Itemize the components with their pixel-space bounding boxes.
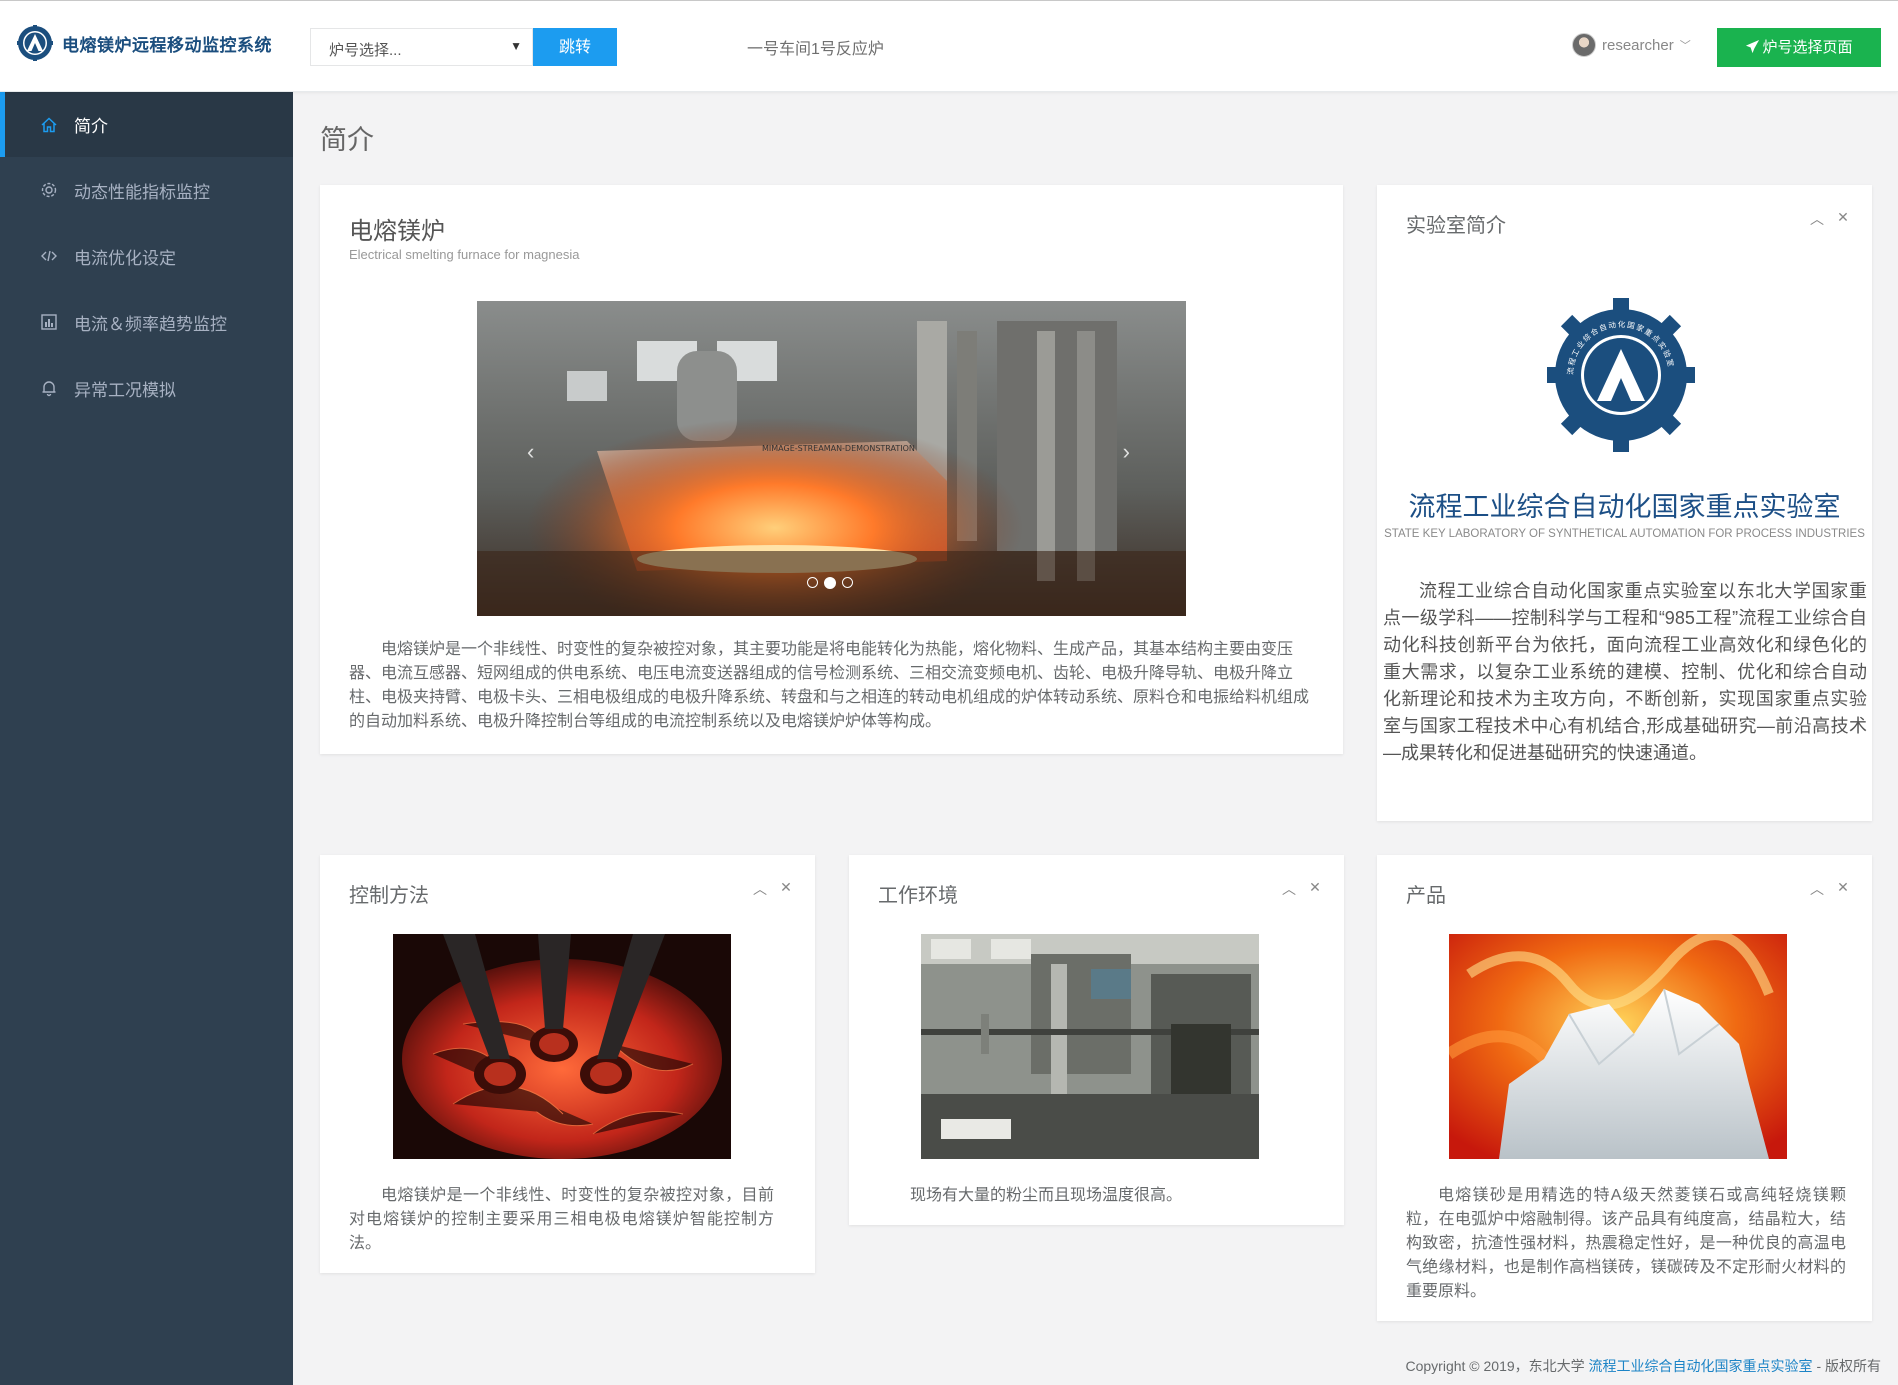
user-menu[interactable]: researcher ﹀ (1572, 33, 1691, 57)
sidebar-item-current-setting[interactable]: 电流优化设定 (0, 223, 293, 289)
sidebar-item-label: 电流＆频率趋势监控 (74, 314, 227, 334)
app-title: 电熔镁炉远程移动监控系统 (62, 35, 272, 55)
product-image (1449, 934, 1787, 1159)
carousel-dot[interactable] (807, 577, 818, 588)
sidebar-item-intro[interactable]: 简介 (0, 92, 293, 157)
panel-tools: ︿ ✕ (753, 879, 793, 899)
furnace-title: 电熔镁炉 (349, 218, 445, 245)
bar-chart-icon (40, 313, 58, 331)
sidebar-item-performance[interactable]: 动态性能指标监控 (0, 157, 293, 223)
furnace-photo: MIMAGE-STREAMAN-DEMONSTRATION (477, 301, 1186, 616)
carousel-dot[interactable] (842, 577, 853, 588)
sidebar-item-label: 简介 (74, 117, 108, 136)
paper-plane-icon (1746, 39, 1760, 54)
panel-tools: ︿ ✕ (1810, 209, 1850, 229)
control-method-panel: 控制方法 ︿ ✕ 电熔镁炉是一个非线性、时变性的复杂被控对象，目前对电熔镁炉的控… (320, 855, 815, 1273)
carousel-watermark: MIMAGE-STREAMAN-DEMONSTRATION (762, 444, 915, 453)
sidebar-item-label: 电流优化设定 (74, 248, 176, 268)
sidebar-item-trend[interactable]: 电流＆频率趋势监控 (0, 289, 293, 355)
close-icon[interactable]: ✕ (1836, 209, 1850, 229)
footer: Copyright © 2019，东北大学 流程工业综合自动化国家重点实验室 -… (1406, 1356, 1882, 1376)
select-page-label: 炉号选择页面 (1762, 39, 1853, 56)
lab-intro-panel: 实验室简介 ︿ ✕ 流程工业综合自动化国家重点实验室 流程工业综合自动化国家重点… (1377, 185, 1872, 821)
chevron-up-icon[interactable]: ︿ (753, 879, 767, 899)
panel-title: 控制方法 (349, 885, 429, 907)
sidebar-item-anomaly[interactable]: 异常工况模拟 (0, 355, 293, 421)
sidebar-item-label: 动态性能指标监控 (74, 182, 210, 202)
panel-header: 产品 ︿ ✕ (1377, 855, 1872, 913)
electrode-photo (393, 934, 731, 1159)
avatar (1572, 33, 1596, 57)
footer-copyright: Copyright © 2019，东北大学 (1405, 1358, 1585, 1374)
control-method-image (393, 934, 731, 1159)
lab-description: 流程工业综合自动化国家重点实验室以东北大学国家重点一级学科——控制科学与工程和“… (1383, 581, 1867, 763)
brand[interactable]: 电熔镁炉远程移动监控系统 (17, 25, 272, 61)
bell-icon (40, 379, 58, 397)
control-method-description: 电熔镁炉是一个非线性、时变性的复杂被控对象，目前对电熔镁炉的控制主要采用三相电极… (349, 1187, 774, 1252)
caret-down-icon: ▼ (510, 39, 522, 53)
panel-title: 产品 (1406, 885, 1446, 907)
home-icon (40, 116, 58, 134)
furnace-intro-panel: 电熔镁炉 Electrical smelting furnace for mag… (320, 185, 1343, 754)
sidebar-item-label: 异常工况模拟 (74, 380, 176, 400)
footer-suffix: - 版权所有 (1816, 1358, 1881, 1374)
panel-title: 工作环境 (878, 885, 958, 907)
close-icon[interactable]: ✕ (779, 879, 793, 899)
work-environment-image (921, 934, 1259, 1159)
panel-tools: ︿ ✕ (1810, 879, 1850, 899)
code-icon (40, 247, 58, 265)
product-description: 电熔镁砂是用精选的特A级天然菱镁石或高纯轻烧镁颗粒，在电弧炉中熔融制得。该产品具… (1406, 1187, 1846, 1300)
lab-name-english: STATE KEY LABORATORY OF SYNTHETICAL AUTO… (1384, 528, 1865, 540)
product-panel: 产品 ︿ ✕ 电熔镁砂是用精选的特A级天然菱镁石或高纯轻烧镁颗粒，在电弧炉中熔融… (1377, 855, 1872, 1321)
gear-icon (40, 181, 58, 199)
page-title: 简介 (320, 125, 374, 155)
close-icon[interactable]: ✕ (1836, 879, 1850, 899)
chevron-down-icon: ﹀ (1679, 40, 1691, 52)
furnace-subtitle: Electrical smelting furnace for magnesia (349, 247, 580, 262)
magnesia-photo (1449, 934, 1787, 1159)
panel-header: 工作环境 ︿ ✕ (849, 855, 1344, 913)
chevron-up-icon[interactable]: ︿ (1282, 879, 1296, 899)
chevron-up-icon[interactable]: ︿ (1810, 209, 1824, 229)
panel-header: 实验室简介 ︿ ✕ (1377, 185, 1872, 243)
carousel-prev-icon[interactable]: ‹ (527, 439, 534, 465)
work-environment-panel: 工作环境 ︿ ✕ 现场有大量的粉尘而且现场温度很高。 (849, 855, 1344, 1225)
furnace-image-carousel[interactable]: MIMAGE-STREAMAN-DEMONSTRATION ‹ › (477, 301, 1186, 616)
app-logo-icon (17, 25, 53, 61)
footer-lab-link[interactable]: 流程工业综合自动化国家重点实验室 (1589, 1358, 1813, 1374)
current-furnace-location: 一号车间1号反应炉 (747, 41, 884, 58)
furnace-description: 电熔镁炉是一个非线性、时变性的复杂被控对象，其主要功能是将电能转化为热能，熔化物… (349, 641, 1310, 730)
furnace-select-placeholder: 炉号选择... (329, 42, 402, 59)
top-navbar: 电熔镁炉远程移动监控系统 炉号选择... ▼ 跳转 一号车间1号反应炉 rese… (0, 0, 1898, 92)
furnace-select[interactable]: 炉号选择... ▼ (310, 28, 533, 66)
close-icon[interactable]: ✕ (1308, 879, 1322, 899)
factory-photo (921, 934, 1259, 1159)
username: researcher (1602, 36, 1674, 54)
sidebar: 简介 动态性能指标监控 电流优化设定 电流＆频率趋势监控 异常工况模拟 (0, 92, 293, 1385)
lab-name: 流程工业综合自动化国家重点实验室 (1408, 492, 1841, 522)
chevron-up-icon[interactable]: ︿ (1810, 879, 1824, 899)
jump-button[interactable]: 跳转 (533, 28, 617, 66)
lab-logo-icon: 流程工业综合自动化国家重点实验室 (1547, 298, 1695, 452)
carousel-dot-active[interactable] (824, 577, 836, 589)
panel-tools: ︿ ✕ (1282, 879, 1322, 899)
work-environment-description: 现场有大量的粉尘而且现场温度很高。 (910, 1187, 1183, 1204)
furnace-select-page-button[interactable]: 炉号选择页面 (1717, 28, 1881, 67)
carousel-next-icon[interactable]: › (1123, 439, 1130, 465)
panel-title: 实验室简介 (1406, 215, 1506, 237)
panel-header: 控制方法 ︿ ✕ (320, 855, 815, 913)
carousel-indicators (807, 577, 853, 589)
